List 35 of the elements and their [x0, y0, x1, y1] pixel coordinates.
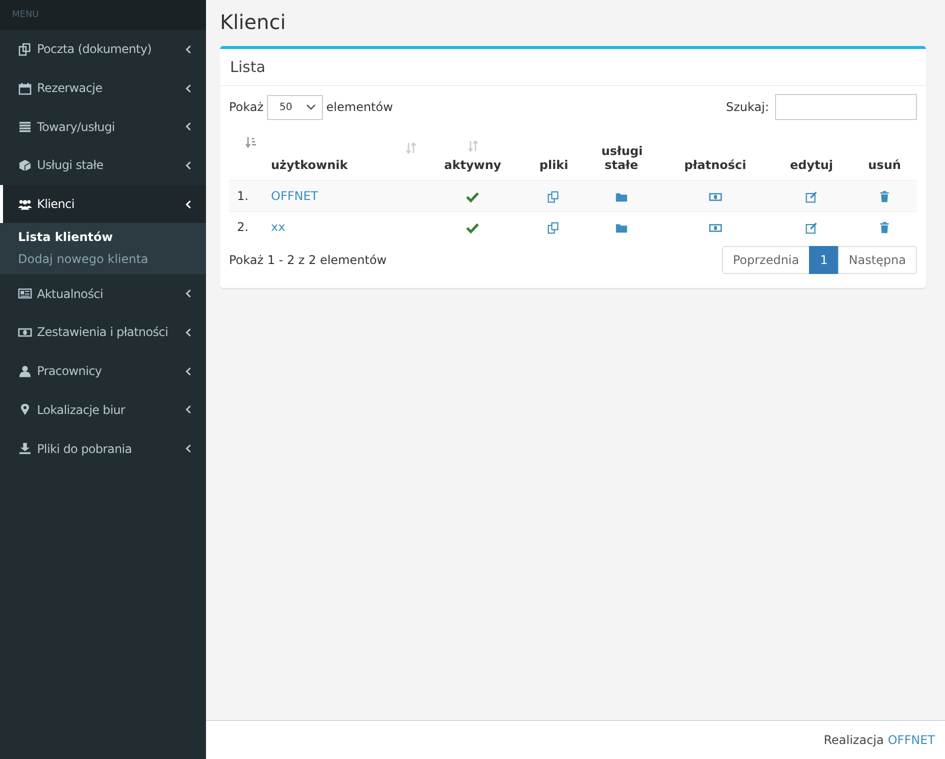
footer-text: Realizacja: [824, 733, 884, 747]
nav-item[interactable]: Aktualności: [0, 274, 206, 314]
nav-item[interactable]: Zestawienia i płatności: [0, 313, 206, 352]
column-header: usługi stałe: [601, 144, 642, 172]
table-info: Pokaż 1 - 2 z 2 elementów: [229, 253, 387, 267]
footer-link[interactable]: OFFNET: [888, 733, 935, 747]
column-header: płatności: [684, 158, 746, 172]
menu-header: MENU: [12, 10, 39, 20]
page-button[interactable]: 1: [809, 246, 839, 274]
nav-item[interactable]: Towary/usługi: [0, 107, 206, 146]
length-label: Pokaż: [229, 100, 264, 114]
nav-item[interactable]: Pliki do pobrania: [0, 429, 206, 468]
nav-item[interactable]: Usługi stałe: [0, 146, 206, 185]
nav-item[interactable]: Poczta (dokumenty): [0, 30, 206, 69]
page-title: Klienci: [220, 10, 287, 34]
nav-item[interactable]: Pracownicy: [0, 352, 206, 390]
next-button[interactable]: Następna: [838, 246, 917, 274]
nav-item[interactable]: Rezerwacje: [0, 68, 206, 108]
submenu-item[interactable]: Lista klientów: [0, 226, 206, 248]
search-label: Szukaj:: [726, 100, 769, 114]
column-header[interactable]: użytkownik: [271, 158, 348, 172]
client-link[interactable]: xx: [271, 220, 286, 234]
nav-item[interactable]: Lokalizacje biur: [0, 390, 206, 430]
nav-item[interactable]: Klienci: [0, 184, 206, 224]
row-number: 2.: [237, 220, 248, 234]
column-header: pliki: [539, 158, 568, 172]
previous-button[interactable]: Poprzednia: [722, 246, 810, 274]
column-header[interactable]: aktywny: [444, 158, 502, 172]
page-size-select[interactable]: 50: [266, 94, 324, 120]
submenu-item[interactable]: Dodaj nowego klienta: [0, 248, 206, 270]
row-number: 1.: [237, 189, 248, 203]
length-label: elementów: [326, 100, 393, 114]
column-header: usuń: [868, 158, 901, 172]
panel-title: Lista: [230, 58, 266, 76]
column-header: edytuj: [790, 158, 833, 172]
